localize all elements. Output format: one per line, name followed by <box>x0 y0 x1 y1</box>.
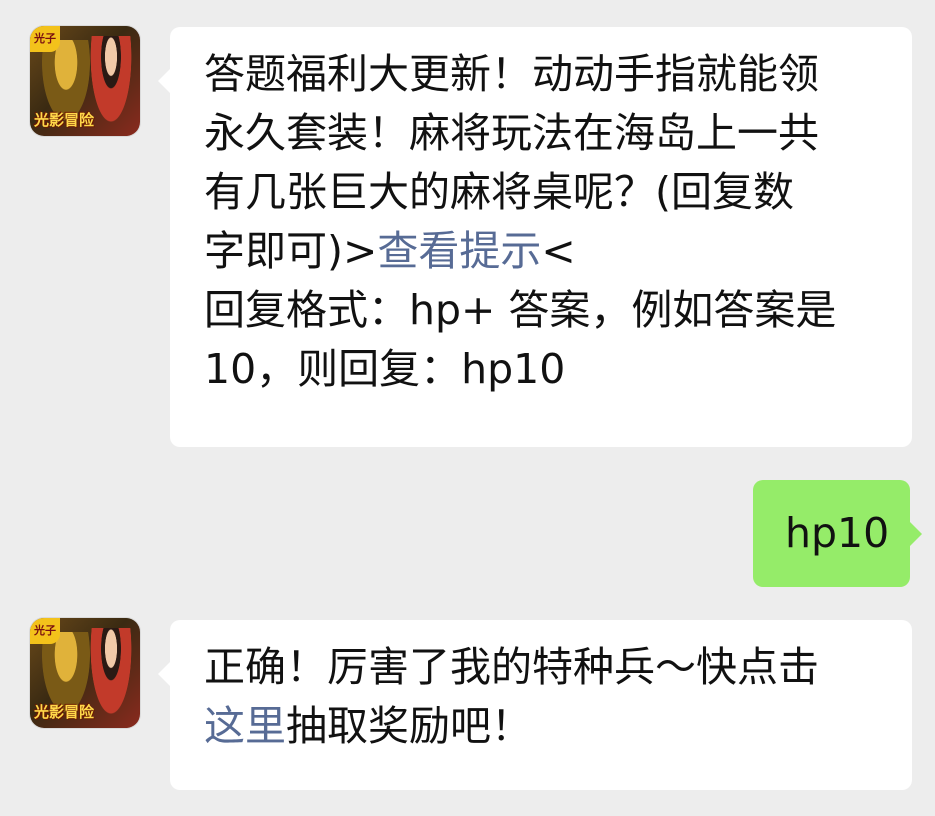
avatar-badge-top: 光子 <box>30 26 60 52</box>
view-hint-link[interactable]: 查看提示 <box>377 227 541 275</box>
click-here-link[interactable]: 这里 <box>204 702 286 750</box>
message-line: 回复格式：hp+ 答案，例如答案是 <box>204 286 837 334</box>
message-text: < <box>541 227 576 275</box>
message-text: 抽取奖励吧！ <box>286 702 532 750</box>
message-line: 有几张巨大的麻将桌呢？(回复数 <box>204 168 794 216</box>
message-text: 字即可)> <box>204 227 378 275</box>
message-line: 10，则回复：hp10 <box>204 345 566 393</box>
message-line: 这里抽取奖励吧！ <box>204 697 912 756</box>
message-bubble-result[interactable]: 正确！厉害了我的特种兵～快点击 这里抽取奖励吧！ <box>158 620 912 790</box>
message-line: 正确！厉害了我的特种兵～快点击 <box>204 643 819 691</box>
reply-text: hp10 <box>785 509 890 557</box>
message-line: 字即可)>查看提示< <box>204 222 912 281</box>
message-line: 答题福利大更新！动动手指就能领 <box>204 50 819 98</box>
message-bubble-quiz[interactable]: 答题福利大更新！动动手指就能领 永久套装！麻将玩法在海岛上一共 有几张巨大的麻将… <box>158 27 912 447</box>
avatar-badge-top: 光子 <box>30 618 60 644</box>
avatar-girl-figure <box>88 36 134 130</box>
avatar-girl-figure <box>88 628 134 722</box>
message-line: 永久套装！麻将玩法在海岛上一共 <box>204 109 819 157</box>
message-bubble-reply[interactable]: hp10 <box>753 480 922 587</box>
avatar-badge-bottom: 光影冒险 <box>34 111 95 129</box>
game-avatar-icon[interactable]: 光子 光影冒险 <box>30 26 140 136</box>
game-avatar-icon[interactable]: 光子 光影冒险 <box>30 618 140 728</box>
avatar-badge-bottom: 光影冒险 <box>34 703 95 721</box>
